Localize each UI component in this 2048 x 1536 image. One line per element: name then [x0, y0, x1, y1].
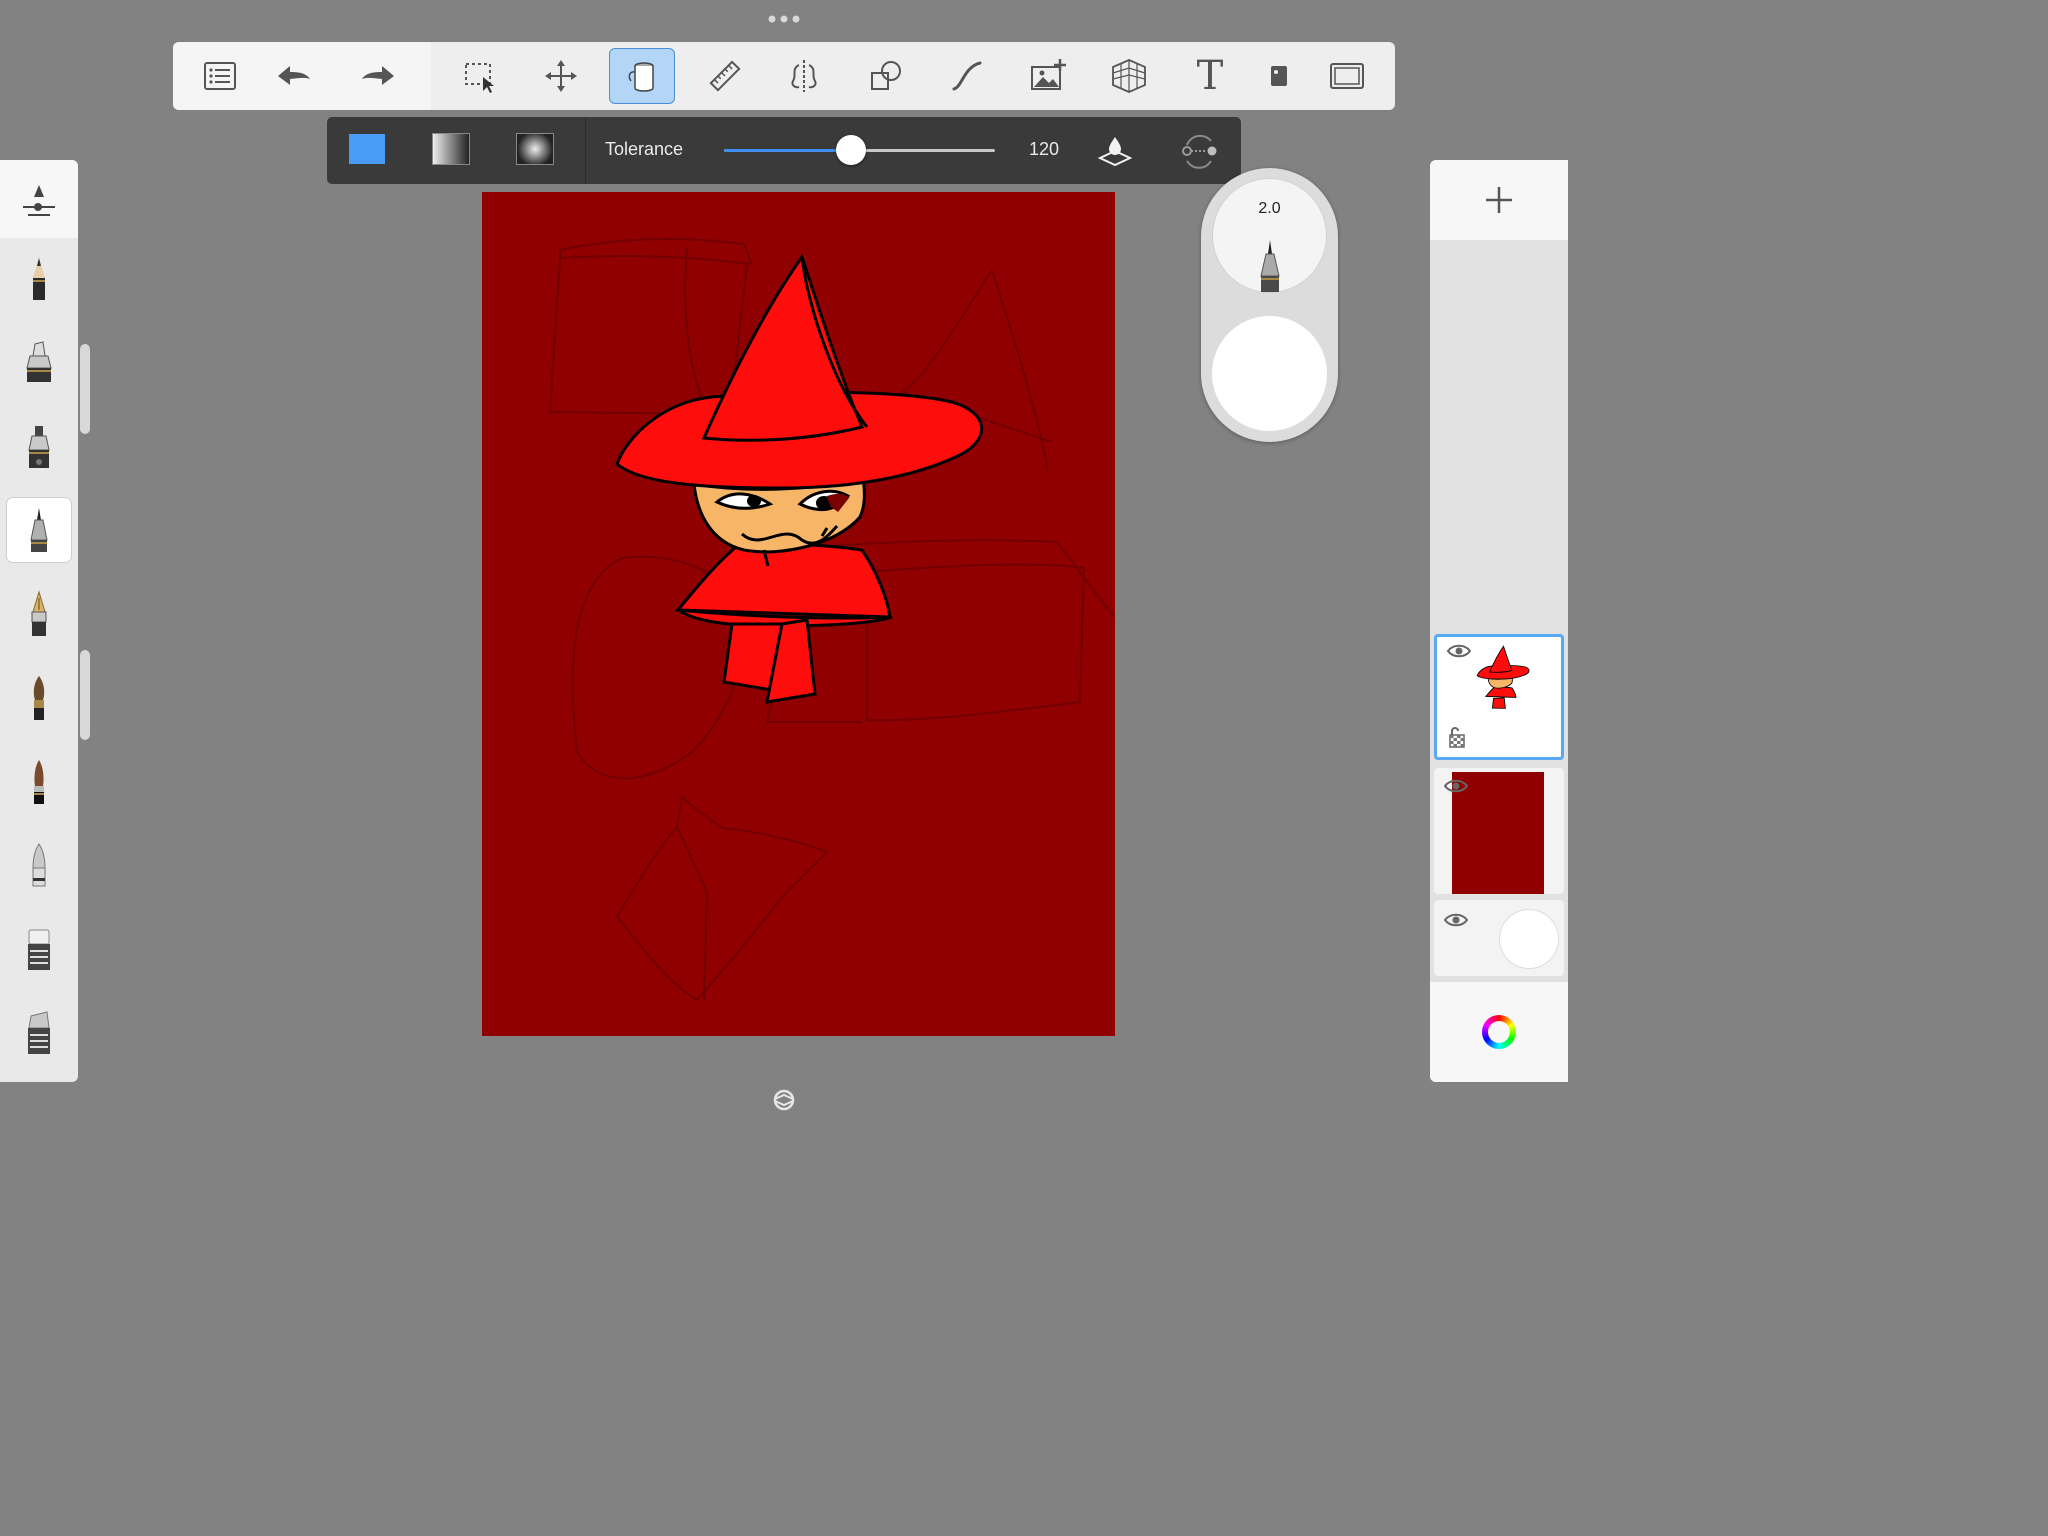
- redo-button[interactable]: [345, 48, 411, 104]
- chisel-marker-icon: [28, 426, 50, 468]
- undo-icon: [278, 66, 310, 85]
- top-toolbar: T: [173, 42, 1395, 110]
- eye-icon[interactable]: [1444, 778, 1468, 794]
- fountain-pen-icon: [31, 590, 47, 636]
- selection-button[interactable]: [447, 48, 513, 104]
- ballpoint-pen-brush[interactable]: [7, 498, 71, 562]
- size-puck[interactable]: 2.0: [1212, 178, 1327, 293]
- hard-eraser-brush[interactable]: [7, 1000, 71, 1064]
- tolerance-slider-thumb[interactable]: [836, 135, 867, 165]
- palette-handle-bottom[interactable]: [80, 650, 90, 740]
- selection-icon: [465, 63, 494, 93]
- layer-background-red[interactable]: [1434, 768, 1564, 894]
- marker-icon: [26, 341, 52, 382]
- paintbrush-brush[interactable]: [7, 666, 71, 730]
- transform-button[interactable]: [528, 48, 594, 104]
- color-wheel-icon: [1482, 1015, 1516, 1049]
- fullscreen-button[interactable]: [1314, 48, 1380, 104]
- radial-gradient-button[interactable]: [517, 134, 553, 164]
- eraser-brush[interactable]: [7, 916, 71, 980]
- fill-options-bar: Tolerance 120: [327, 117, 1241, 184]
- ruler-button[interactable]: [692, 48, 758, 104]
- divider: [585, 117, 586, 184]
- brush-palette: [0, 160, 78, 1082]
- drawing-canvas[interactable]: [482, 192, 1115, 1036]
- opacity-puck[interactable]: [1212, 316, 1327, 431]
- palette-handle-top[interactable]: [80, 344, 90, 434]
- eye-icon[interactable]: [1444, 912, 1468, 928]
- linear-gradient-button[interactable]: [433, 134, 469, 164]
- ballpoint-pen-icon: [1260, 240, 1280, 292]
- tolerance-slider-fill: [724, 149, 852, 152]
- rotate-canvas-icon[interactable]: [771, 1087, 797, 1113]
- stamp-icon: [1271, 66, 1287, 86]
- brush-properties-icon: [23, 185, 55, 216]
- symmetry-icon: [791, 60, 817, 92]
- curve-button[interactable]: [934, 48, 1000, 104]
- fountain-pen-brush[interactable]: [7, 582, 71, 646]
- list-button[interactable]: [187, 48, 253, 104]
- add-image-button[interactable]: [1015, 48, 1081, 104]
- fullscreen-icon: [1330, 63, 1364, 89]
- sample-layer-icon[interactable]: [1097, 133, 1133, 169]
- airbrush-icon: [32, 843, 46, 887]
- brush-properties-button[interactable]: [0, 160, 78, 238]
- tolerance-value: 120: [1029, 139, 1060, 159]
- solid-fill-button[interactable]: [349, 134, 385, 164]
- eye-icon[interactable]: [1447, 643, 1471, 659]
- eraser-icon: [28, 929, 50, 970]
- plus-icon: [1486, 187, 1512, 213]
- shapes-icon: [871, 61, 901, 90]
- fill-options-icon[interactable]: [1179, 131, 1219, 171]
- ink-brush-brush[interactable]: [7, 750, 71, 814]
- symmetry-button[interactable]: [771, 48, 837, 104]
- paint-bucket-icon: [628, 62, 654, 92]
- color-editor-button[interactable]: [1430, 982, 1568, 1082]
- more-options-icon[interactable]: [766, 13, 802, 25]
- fill-button[interactable]: [609, 48, 675, 104]
- perspective-grid-icon: [1112, 59, 1146, 93]
- redo-icon: [362, 66, 394, 85]
- paintbrush-icon: [33, 676, 45, 720]
- perspective-button[interactable]: [1096, 48, 1162, 104]
- ruler-icon: [709, 60, 741, 92]
- layers-panel: [1430, 160, 1568, 1082]
- tolerance-slider[interactable]: [724, 135, 995, 165]
- layer-paper[interactable]: [1434, 900, 1564, 976]
- stamp-button[interactable]: [1249, 48, 1309, 104]
- layer-drawing[interactable]: [1434, 634, 1564, 760]
- add-layer-button[interactable]: [1430, 160, 1568, 240]
- brush-puck: 2.0: [1201, 168, 1338, 442]
- paper-color-swatch[interactable]: [1500, 910, 1558, 968]
- shapes-button[interactable]: [853, 48, 919, 104]
- add-image-icon: [1031, 59, 1066, 90]
- airbrush-brush[interactable]: [7, 832, 71, 896]
- ballpoint-pen-icon: [30, 508, 48, 552]
- text-button[interactable]: T: [1177, 48, 1243, 104]
- pencil-icon: [33, 258, 45, 300]
- ink-brush-icon: [34, 760, 44, 804]
- list-icon: [204, 62, 236, 90]
- move-icon: [545, 60, 577, 92]
- tolerance-label: Tolerance: [605, 139, 684, 159]
- text-icon: T: [1196, 53, 1224, 99]
- canvas-artwork: [548, 237, 1115, 1002]
- pencil-brush[interactable]: [7, 246, 71, 310]
- chisel-marker-brush[interactable]: [7, 414, 71, 478]
- marker-brush[interactable]: [7, 328, 71, 392]
- brush-size-value: 2.0: [1258, 200, 1281, 217]
- curve-icon: [952, 61, 982, 91]
- undo-button[interactable]: [261, 48, 327, 104]
- hard-eraser-icon: [28, 1011, 50, 1054]
- lock-icon[interactable]: [1447, 725, 1467, 749]
